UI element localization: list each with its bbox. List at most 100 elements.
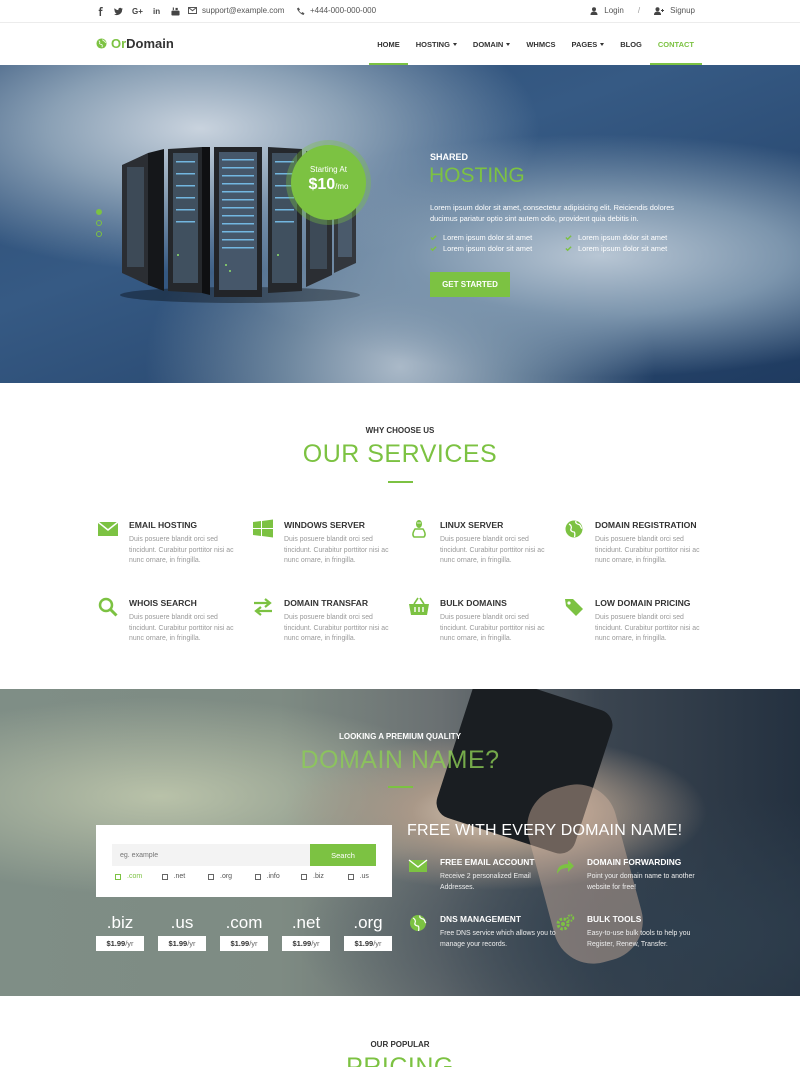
feature-desc: Point your domain name to another websit… — [587, 873, 695, 891]
service-title: LINUX SERVER — [440, 520, 504, 530]
get-started-button[interactable]: GET STARTED — [430, 272, 510, 297]
tld-ext: .org — [353, 913, 383, 932]
tld-price-value: $1.99 — [354, 939, 374, 948]
search-icon — [98, 597, 118, 617]
tld-option-com[interactable]: .com — [115, 873, 162, 880]
basket-icon — [409, 597, 429, 615]
nav-contact-label: CONTACT — [657, 39, 694, 49]
windows-icon — [253, 519, 273, 538]
youtube-icon[interactable] — [171, 7, 180, 16]
tld-price-net: .net $1.99/yr — [282, 913, 330, 951]
services-kicker: WHY CHOOSE US — [365, 426, 435, 435]
hero-feature-text: Lorem ipsum dolor sit amet — [578, 232, 668, 242]
nav-blog-label: BLOG — [620, 39, 642, 49]
user-plus-icon — [654, 6, 665, 15]
logo-part2: Domain — [126, 36, 174, 51]
service-title: WHOIS SEARCH — [129, 598, 197, 608]
badge-price: $10/mo — [291, 176, 366, 194]
phone-contact[interactable]: +444-000-000-000 — [297, 6, 376, 15]
tld-price-biz: .biz $1.99/yr — [96, 913, 144, 951]
nav-whmcs-label: WHMCS — [526, 39, 556, 49]
service-desc: Duis posuere blandit orci sed tincidunt.… — [440, 536, 545, 564]
nav-hosting[interactable]: HOSTING — [408, 23, 465, 65]
tld-checkboxes: .com .net .org .info .biz .us — [115, 873, 394, 880]
service-desc: Duis posuere blandit orci sed tincidunt.… — [595, 614, 700, 642]
tld-price-value: $1.99 — [106, 939, 126, 948]
email-text: support@example.com — [202, 6, 285, 15]
nav-pages[interactable]: PAGES — [564, 23, 613, 65]
feature-title: DOMAIN FORWARDING — [587, 857, 682, 867]
caret-down-icon — [452, 42, 457, 46]
feature-title: FREE EMAIL ACCOUNT — [440, 857, 535, 867]
pricing-title: PRICING — [346, 1053, 454, 1067]
tld-price: $1.99/yr — [344, 936, 392, 951]
email-contact[interactable]: support@example.com — [188, 6, 284, 15]
nav-contact[interactable]: CONTACT — [649, 23, 703, 65]
checkbox-icon — [208, 873, 214, 880]
slider-dot[interactable] — [96, 209, 102, 215]
caret-down-icon — [506, 42, 511, 46]
facebook-icon[interactable] — [96, 7, 105, 16]
service-title: DOMAIN TRANSFAR — [284, 598, 369, 608]
section-divider — [388, 481, 413, 483]
hero-feature: Lorem ipsum dolor sit amet — [565, 243, 680, 253]
linkedin-icon[interactable]: in — [153, 7, 162, 16]
free-features-title: FREE WITH EVERY DOMAIN NAME! — [407, 822, 683, 839]
logo-part1: Or — [111, 36, 127, 51]
login-link[interactable]: Login — [604, 6, 624, 15]
hero-feature-list: Lorem ipsum dolor sit amet Lorem ipsum d… — [430, 232, 680, 253]
check-icon — [565, 234, 572, 240]
share-arrow-icon — [557, 860, 574, 874]
feature-desc: Receive 2 personalized Email Addresses. — [440, 873, 531, 891]
badge-price-unit: /mo — [335, 182, 349, 191]
google-plus-icon[interactable]: G+ — [132, 7, 144, 16]
hero-description: Lorem ipsum dolor sit amet, consectetur … — [430, 203, 675, 223]
tld-label: .info — [266, 873, 280, 880]
tld-label: .biz — [313, 873, 324, 880]
feature-desc: Free DNS service which allows you to man… — [440, 930, 556, 948]
tld-option-info[interactable]: .info — [254, 873, 302, 880]
section-divider — [388, 786, 413, 788]
nav-pages-label: PAGES — [571, 39, 598, 49]
service-title: LOW DOMAIN PRICING — [595, 598, 691, 608]
feature-title: DNS MANAGEMENT — [440, 914, 521, 924]
tld-option-net[interactable]: .net — [161, 873, 209, 880]
tld-price: $1.99/yr — [220, 936, 268, 951]
tld-price-us: .us $1.99/yr — [158, 913, 206, 951]
tag-icon — [565, 599, 583, 616]
hero-headline: HOSTING — [429, 164, 525, 187]
feature-desc: Easy-to-use bulk tools to help you Regis… — [587, 930, 691, 948]
service-desc: Duis posuere blandit orci sed tincidunt.… — [129, 614, 234, 642]
slider-dot[interactable] — [96, 220, 102, 226]
tld-option-org[interactable]: .org — [208, 873, 255, 880]
checkbox-checked-icon — [115, 873, 121, 880]
hero-slider: Starting At $10/mo SHARED HOSTING Lorem … — [0, 65, 800, 383]
hero-feature-text: Lorem ipsum dolor sit amet — [443, 232, 533, 242]
envelope-icon — [408, 859, 428, 872]
search-button[interactable]: Search — [310, 844, 376, 866]
user-icon — [590, 6, 598, 15]
twitter-icon[interactable] — [114, 7, 123, 16]
signup-link[interactable]: Signup — [670, 6, 695, 15]
service-title: DOMAIN REGISTRATION — [595, 520, 697, 530]
slider-dot[interactable] — [96, 231, 102, 237]
slider-dots — [96, 209, 102, 237]
nav-home[interactable]: HOME — [369, 23, 408, 65]
tld-ext: .us — [170, 913, 194, 932]
nav-domain[interactable]: DOMAIN — [465, 23, 518, 65]
top-bar: G+ in support@example.com +444-000-000-0… — [0, 0, 800, 23]
domain-search-input[interactable] — [112, 844, 310, 866]
exchange-icon — [254, 598, 272, 616]
tld-option-us[interactable]: .us — [347, 873, 395, 880]
nav-blog[interactable]: BLOG — [612, 23, 650, 65]
nav-hosting-label: HOSTING — [415, 39, 450, 49]
service-desc: Duis posuere blandit orci sed tincidunt.… — [284, 536, 389, 564]
service-desc: Duis posuere blandit orci sed tincidunt.… — [595, 536, 700, 564]
tld-option-biz[interactable]: .biz — [301, 873, 348, 880]
service-desc: Duis posuere blandit orci sed tincidunt.… — [284, 614, 389, 642]
tld-price-com: .com $1.99/yr — [220, 913, 268, 951]
hero-kicker: SHARED — [430, 152, 469, 162]
tld-label: .us — [359, 873, 369, 880]
logo[interactable]: OrDomain — [96, 36, 174, 51]
nav-whmcs[interactable]: WHMCS — [518, 23, 563, 65]
